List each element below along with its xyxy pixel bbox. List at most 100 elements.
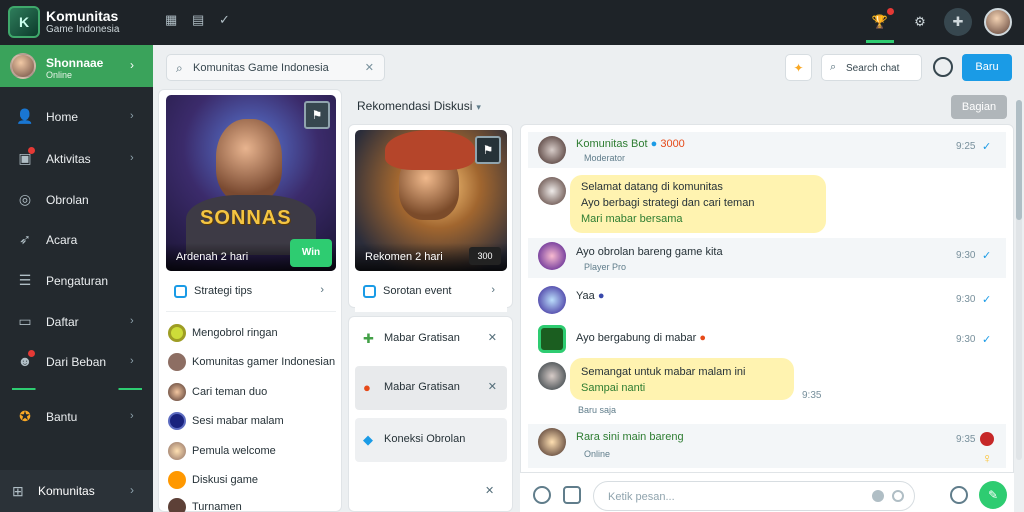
sidebar-item-label: Obrolan	[46, 193, 89, 207]
sticker-icon[interactable]	[872, 490, 884, 502]
chat-message[interactable]: Selamat datang di komunitas Ayo berbagi …	[528, 173, 1006, 235]
list-item[interactable]: Sesi mabar malam	[166, 406, 336, 436]
list-item[interactable]: Diskusi game	[166, 465, 336, 495]
list-item[interactable]: Pemula welcome	[166, 436, 336, 466]
fire-icon: ●	[363, 380, 371, 395]
new-button[interactable]: Baru	[962, 54, 1012, 81]
list-icon: ▭	[18, 313, 32, 329]
list-item-label: Diskusi game	[192, 474, 259, 486]
message-text: Ayo bergabung di mabar ●	[576, 332, 706, 344]
list-item[interactable]: ● Mabar Gratisan ✕	[355, 366, 507, 410]
game-title: SONNAS	[200, 207, 292, 229]
grid-icon[interactable]: ▦	[165, 12, 177, 28]
sidebar-item-events[interactable]: ➶ Acara	[0, 222, 153, 258]
shield-icon[interactable]: ✚	[944, 8, 972, 36]
chevron-right-icon: ›	[130, 483, 134, 497]
sidebar-item-game[interactable]: ☻ Dari Beban ›	[0, 344, 153, 380]
chat-message[interactable]: Komunitas Bot ● 3000 Moderator 9:25 ✓	[528, 132, 1006, 168]
message-text: Yaa ●	[576, 290, 605, 302]
chat-message[interactable]: Rara sini main bareng Online 9:35 ♀	[528, 424, 1006, 468]
send-button[interactable]: ✎	[979, 481, 1007, 509]
community-icon: ⊞	[12, 483, 24, 499]
list-item[interactable]: Cari teman duo	[166, 377, 336, 407]
award-button[interactable]: ✦	[785, 54, 812, 81]
chat-message[interactable]: Ayo bergabung di mabar ● 9:30 ✓	[528, 322, 1006, 358]
search-input[interactable]: ⌕ Komunitas Game Indonesia ✕	[166, 54, 385, 81]
list-item-label: Pemula welcome	[192, 445, 276, 457]
list-item-label: Mabar Gratisan	[384, 332, 460, 344]
message-placeholder: Ketik pesan...	[608, 491, 675, 503]
list-item[interactable]: Komunitas gamer Indonesian	[166, 347, 336, 377]
chat-search-label: Search chat	[846, 63, 900, 74]
avatar	[538, 286, 566, 314]
emoji-icon[interactable]	[533, 486, 551, 504]
search-icon: ⌕	[830, 61, 837, 73]
chat-message[interactable]: Semangat untuk mabar malam ini Sampai na…	[528, 358, 1006, 418]
user-avatar[interactable]	[984, 8, 1012, 36]
list-item-label: Sesi mabar malam	[192, 415, 284, 427]
chevron-down-icon: ▾	[476, 102, 481, 112]
profile-status: Online	[46, 70, 73, 80]
hero-caption: Rekomen 2 hari	[365, 251, 443, 263]
close-icon[interactable]: ✕	[485, 484, 494, 497]
section-heading-text: Rekomendasi Diskusi	[357, 99, 473, 113]
recommend-hero-image[interactable]: ⚑ Rekomen 2 hari 300	[355, 130, 507, 271]
sidebar-item-chat[interactable]: ◎ Obrolan	[0, 182, 153, 218]
list-item-label: Koneksi Obrolan	[384, 433, 466, 445]
sidebar-footer-label: Komunitas	[38, 484, 95, 498]
featured-hero-image[interactable]: SONNAS ⚑ Ardenah 2 hari Win	[166, 95, 336, 271]
close-icon[interactable]: ✕	[488, 331, 497, 344]
search-icon: ⌕	[176, 61, 183, 75]
sidebar-item-label: Bantu	[46, 410, 78, 424]
hero-badge: Win	[290, 239, 332, 267]
chat-message[interactable]: Ayo obrolan bareng game kita Player Pro …	[528, 238, 1006, 278]
message-author: Rara sini main bareng	[576, 431, 684, 443]
section-button[interactable]: Bagian	[951, 95, 1007, 119]
sidebar-footer[interactable]: ⊞ Komunitas ›	[0, 470, 153, 512]
help-icon: ✪	[19, 408, 31, 424]
sidebar-item-activity[interactable]: ▣ Aktivitas ›	[0, 141, 153, 177]
app-logo[interactable]: K	[8, 6, 40, 38]
link-icon	[174, 285, 187, 298]
chat-search-input[interactable]: ⌕ Search chat	[821, 54, 922, 81]
check-icon[interactable]: ✓	[219, 12, 230, 28]
attachment-icon[interactable]	[563, 486, 581, 504]
sidebar-item-list[interactable]: ▭ Daftar ›	[0, 304, 153, 340]
avatar	[168, 471, 186, 489]
gif-icon[interactable]	[892, 490, 904, 502]
bookmark-icon[interactable]: ⚑	[304, 101, 330, 129]
chat-bubble-icon: ◆	[363, 432, 373, 447]
list-item-label: Cari teman duo	[192, 386, 268, 398]
sidebar-profile[interactable]: Shonnaae Online ›	[0, 45, 153, 87]
strategy-link[interactable]: Strategi tips ›	[166, 272, 336, 312]
section-heading[interactable]: Rekomendasi Diskusi ▾	[357, 99, 481, 113]
sidebar-item-settings[interactable]: ☰ Pengaturan	[0, 263, 153, 299]
message-line: Mari mabar bersama	[581, 213, 683, 225]
sidebar-item-home[interactable]: 👤 Home ›	[0, 99, 153, 135]
list-item[interactable]: ◆ Koneksi Obrolan	[355, 418, 507, 462]
chat-bubble-icon[interactable]	[933, 57, 953, 77]
list-item[interactable]: Mengobrol ringan	[166, 318, 336, 348]
chevron-right-icon: ›	[130, 152, 134, 164]
scrollbar-thumb[interactable]	[1016, 100, 1022, 220]
list-item[interactable]: Turnamen	[166, 492, 336, 512]
bookmark-icon[interactable]: ⚑	[475, 136, 501, 164]
read-check-icon: ✓	[982, 334, 992, 346]
message-input[interactable]: Ketik pesan...	[593, 481, 915, 511]
reaction-icon[interactable]	[980, 432, 994, 446]
smile-icon[interactable]	[950, 486, 968, 504]
sidebar-item-label: Home	[46, 110, 79, 124]
chat-message[interactable]: Yaa ● 9:30 ✓	[528, 282, 1006, 318]
event-link[interactable]: Sorotan event ›	[355, 272, 507, 312]
sidebar-item-help[interactable]: ✪ Bantu ›	[0, 399, 153, 435]
grid-alt-icon[interactable]: ▤	[192, 12, 204, 28]
clear-icon[interactable]: ✕	[365, 61, 374, 74]
chat-icon: ◎	[18, 191, 32, 207]
close-icon[interactable]: ✕	[488, 380, 497, 393]
sidebar-item-label: Pengaturan	[46, 274, 109, 288]
read-check-icon: ✓	[982, 294, 992, 306]
scrollbar[interactable]	[1016, 100, 1022, 460]
list-item[interactable]: ✚ Mabar Gratisan ✕	[355, 317, 507, 361]
settings-icon[interactable]: ⚙	[906, 8, 934, 36]
top-bar: K Komunitas Game Indonesia ▦ ▤ ✓ 🏆 ⚙ ✚	[0, 0, 1024, 45]
